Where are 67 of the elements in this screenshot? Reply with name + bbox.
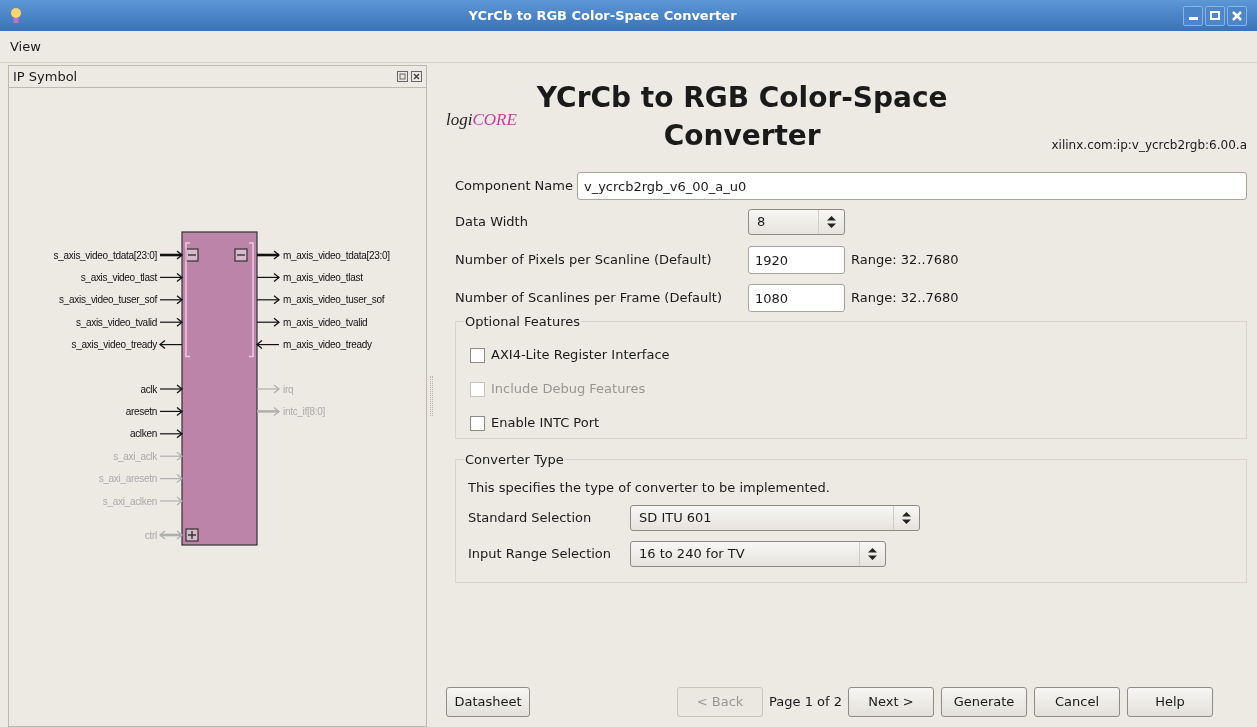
dropdown-value: 16 to 240 for TV: [638, 545, 746, 564]
float-icon[interactable]: [397, 71, 408, 82]
dialog-title: YCrCb to RGB Color-Space: [536, 80, 948, 116]
pin-label: m_axis_video_tready: [283, 339, 372, 351]
dropdown-value: 8: [756, 213, 767, 232]
pin-label: s_axis_video_tuser_sof: [59, 294, 157, 306]
pin-label: s_axis_video_tlast: [80, 271, 157, 283]
description: This specifies the type of converter to be implemented.: [468, 479, 831, 497]
menu-item[interactable]: View: [8, 36, 43, 57]
logicore-logo: logiCORE: [446, 109, 517, 131]
checkbox-label: Enable INTC Port: [491, 414, 600, 433]
pin-label: aclk: [140, 383, 157, 395]
pin-label: aclken: [129, 428, 157, 440]
lightbulb-icon: [10, 6, 22, 25]
dropdown[interactable]: SD ITU 601: [630, 505, 920, 531]
dialog-button[interactable]: Generate: [941, 687, 1027, 717]
dropdown-value: SD ITU 601: [638, 509, 713, 528]
collapse-icon[interactable]: [234, 248, 248, 262]
input-field[interactable]: v_ycrcb2rgb_v6_00_a_u0: [576, 172, 1247, 200]
dialog-button[interactable]: Cancel: [1034, 687, 1120, 717]
dropdown[interactable]: 8: [748, 209, 845, 235]
minimize-icon[interactable]: [1183, 5, 1203, 26]
pin-label: s_axis_video_tready: [71, 339, 157, 351]
expand-icon[interactable]: [185, 528, 199, 542]
dialog-button[interactable]: Help: [1127, 687, 1213, 717]
splitter-handle[interactable]: [430, 376, 433, 416]
field-label: Number of Scanlines per Frame (Default): [455, 289, 723, 308]
dialog-title: Converter: [663, 118, 821, 154]
pin-label: ctrl: [144, 529, 157, 541]
window-title: YCrCb to RGB Color-Space Converter: [467, 6, 738, 25]
close-icon[interactable]: [411, 71, 422, 82]
spinner-arrows-icon: [827, 216, 836, 228]
range-hint: Range: 32..7680: [851, 251, 959, 270]
field-label: Component Name: [455, 177, 573, 196]
checkbox-label: AXI4-Lite Register Interface: [491, 346, 670, 365]
spinner-arrows-icon: [902, 512, 911, 524]
input-field[interactable]: 1080: [748, 284, 845, 312]
checkbox-label: Include Debug Features: [491, 380, 646, 399]
pin-label: s_axi_aclk: [113, 450, 157, 462]
checkbox[interactable]: [470, 415, 485, 431]
pin-label: m_axis_video_tdata[23:0]: [283, 249, 390, 261]
pin-label: s_axis_video_tdata[23:0]: [53, 249, 157, 261]
input-field[interactable]: 1920: [748, 246, 845, 274]
page-indicator: Page 1 of 2: [769, 693, 842, 712]
pin-label: m_axis_video_tvalid: [283, 316, 368, 328]
pin-label: s_axi_aclken: [102, 495, 157, 507]
spinner-arrows-icon: [868, 548, 877, 560]
pin-label: irq: [283, 383, 294, 395]
close-icon[interactable]: [1227, 5, 1247, 26]
field-label: Standard Selection: [468, 509, 593, 528]
range-hint: Range: 32..7680: [851, 289, 959, 308]
field-label: Input Range Selection: [468, 545, 613, 564]
pin-label: aresetn: [125, 405, 157, 417]
pin-label: m_axis_video_tlast: [283, 271, 363, 283]
maximize-icon[interactable]: [1205, 5, 1225, 26]
field-label: Number of Pixels per Scanline (Default): [455, 251, 713, 270]
ip-identifier: xilinx.com:ip:v_ycrcb2rgb:6.00.a: [1051, 137, 1247, 154]
dialog-button[interactable]: Next >: [848, 687, 934, 717]
field-label: Data Width: [455, 213, 529, 232]
dropdown[interactable]: 16 to 240 for TV: [630, 541, 886, 567]
pin-label: intc_if[8:0]: [283, 405, 325, 417]
pin-label: s_axis_video_tvalid: [75, 316, 157, 328]
checkbox[interactable]: [470, 347, 485, 363]
pin-label: s_axi_aresetn: [98, 473, 157, 485]
panel-title: IP Symbol: [13, 67, 79, 86]
dialog-button[interactable]: Datasheet: [446, 687, 530, 717]
pin-label: m_axis_video_tuser_sof: [283, 294, 385, 306]
